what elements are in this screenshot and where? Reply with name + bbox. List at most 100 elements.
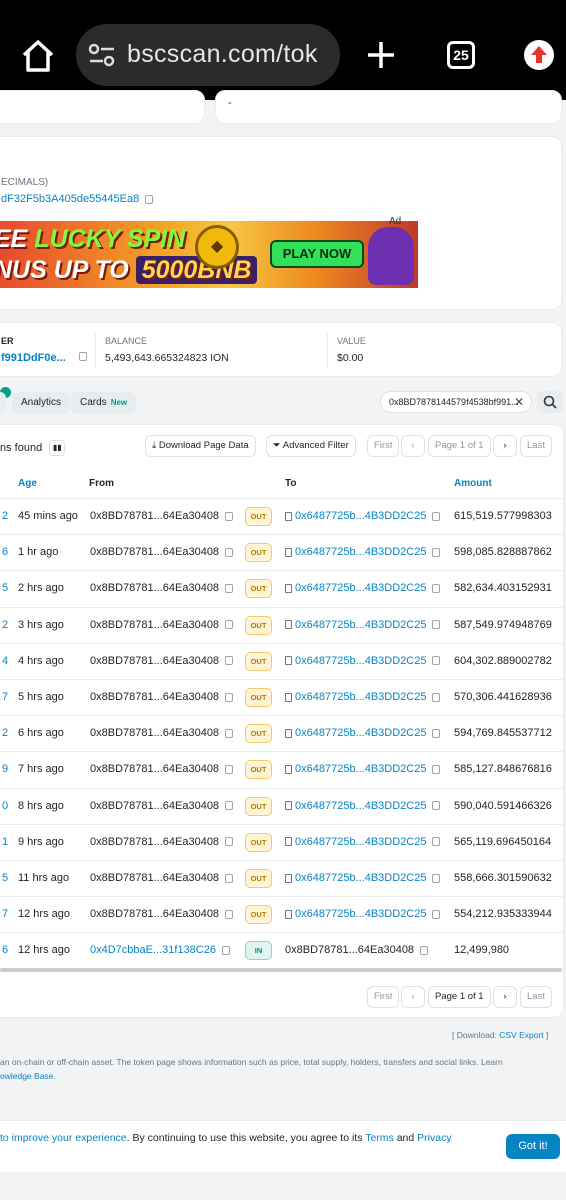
from-cell[interactable]: 0x8BD78781...64Ea30408 <box>90 908 234 920</box>
last-page-button-bottom[interactable]: Last <box>520 986 552 1008</box>
from-cell[interactable]: 0x8BD78781...64Ea30408 <box>90 655 234 667</box>
copy-icon[interactable] <box>432 837 441 847</box>
tx-hash-fragment[interactable]: 2 <box>2 727 8 739</box>
to-cell[interactable]: 0x6487725b...4B3DD2C25 <box>285 727 441 739</box>
copy-icon[interactable] <box>432 511 441 521</box>
from-cell[interactable]: 0x4D7cbbaE...31f138C26 <box>90 944 230 956</box>
tx-hash-fragment[interactable]: 9 <box>2 763 8 775</box>
from-cell[interactable]: 0x8BD78781...64Ea30408 <box>90 872 234 884</box>
privacy-link[interactable]: Privacy <box>417 1132 451 1144</box>
column-header-amount[interactable]: Amount <box>454 478 492 489</box>
table-scrollbar[interactable] <box>0 968 562 972</box>
copy-icon[interactable] <box>225 728 234 738</box>
copy-icon[interactable] <box>225 764 234 774</box>
address-bar[interactable]: bscscan.com/tok <box>76 24 340 86</box>
from-cell[interactable]: 0x8BD78781...64Ea30408 <box>90 619 234 631</box>
tab-analytics[interactable]: Analytics <box>12 392 71 414</box>
from-cell[interactable]: 0x8BD78781...64Ea30408 <box>90 691 234 703</box>
from-cell[interactable]: 0x8BD78781...64Ea30408 <box>90 763 234 775</box>
copy-icon[interactable] <box>432 909 441 919</box>
copy-icon[interactable] <box>432 692 441 702</box>
tx-hash-fragment[interactable]: 2 <box>2 510 8 522</box>
copy-icon[interactable] <box>432 728 441 738</box>
from-cell[interactable]: 0x8BD78781...64Ea30408 <box>90 510 234 522</box>
tx-hash-fragment[interactable]: 5 <box>2 872 8 884</box>
csv-export-link[interactable]: CSV Export <box>499 1030 543 1040</box>
copy-icon[interactable] <box>225 547 234 557</box>
chart-icon[interactable]: ▮▮ <box>49 440 66 456</box>
copy-icon[interactable] <box>432 656 441 666</box>
from-cell[interactable]: 0x8BD78781...64Ea30408 <box>90 727 234 739</box>
prev-page-button[interactable]: ‹ <box>401 435 425 457</box>
tx-hash-fragment[interactable]: 1 <box>2 836 8 848</box>
tx-hash-fragment[interactable]: 4 <box>2 655 8 667</box>
site-settings-icon[interactable] <box>88 43 116 67</box>
copy-icon[interactable] <box>432 547 441 557</box>
tx-hash-fragment[interactable]: 5 <box>2 582 8 594</box>
from-cell[interactable]: 0x8BD78781...64Ea30408 <box>90 836 234 848</box>
first-page-button[interactable]: First <box>367 435 400 457</box>
address-filter-chip[interactable]: 0x8BD7878144579f4538bf991... <box>380 391 532 413</box>
copy-icon[interactable] <box>221 945 230 955</box>
to-cell[interactable]: 0x6487725b...4B3DD2C25 <box>285 546 441 558</box>
from-cell[interactable]: 0x8BD78781...64Ea30408 <box>90 582 234 594</box>
copy-icon[interactable] <box>225 909 234 919</box>
copy-icon[interactable] <box>225 511 234 521</box>
ad-banner[interactable]: EE LUCKY SPIN NUS UP TO 5000BNB ◆ PLAY N… <box>0 221 418 288</box>
tab-switcher-button[interactable]: 25 <box>447 41 475 69</box>
ad-play-now-button[interactable]: PLAY NOW <box>270 240 364 268</box>
copy-icon[interactable] <box>432 764 441 774</box>
contract-address-link[interactable]: dF32F5b3A405de55445Ea8 <box>1 193 154 205</box>
close-icon[interactable]: ✕ <box>514 395 524 409</box>
tx-hash-fragment[interactable]: 6 <box>2 546 8 558</box>
copy-icon[interactable] <box>225 583 234 593</box>
copy-icon[interactable] <box>432 620 441 630</box>
to-cell[interactable]: 0x6487725b...4B3DD2C25 <box>285 691 441 703</box>
copy-icon[interactable] <box>225 656 234 666</box>
terms-link[interactable]: Terms <box>365 1132 394 1144</box>
tx-hash-fragment[interactable]: 7 <box>2 908 8 920</box>
knowledge-base-link[interactable]: owledge Base <box>0 1071 53 1081</box>
prev-page-button-bottom[interactable]: ‹ <box>401 986 425 1008</box>
tx-hash-fragment[interactable]: 2 <box>2 619 8 631</box>
home-icon[interactable] <box>18 38 58 74</box>
from-cell[interactable]: 0x8BD78781...64Ea30408 <box>90 800 234 812</box>
advanced-filter-button[interactable]: ⏷ Advanced Filter <box>266 435 356 457</box>
cookie-accept-button[interactable]: Got it! <box>506 1134 560 1159</box>
last-page-button[interactable]: Last <box>520 435 552 457</box>
tx-hash-fragment[interactable]: 7 <box>2 691 8 703</box>
search-icon[interactable] <box>537 391 563 413</box>
to-cell[interactable]: 0x6487725b...4B3DD2C25 <box>285 582 441 594</box>
from-cell[interactable]: 0x8BD78781...64Ea30408 <box>90 546 234 558</box>
tab-cards[interactable]: Cards New <box>71 392 137 414</box>
copy-icon[interactable] <box>225 837 234 847</box>
copy-icon[interactable] <box>225 692 234 702</box>
to-cell[interactable]: 0x6487725b...4B3DD2C25 <box>285 872 441 884</box>
copy-icon[interactable] <box>79 352 87 361</box>
to-cell[interactable]: 0x6487725b...4B3DD2C25 <box>285 763 441 775</box>
tx-hash-fragment[interactable]: 6 <box>2 944 8 956</box>
to-cell[interactable]: 0x6487725b...4B3DD2C25 <box>285 619 441 631</box>
column-header-age[interactable]: Age <box>18 478 37 489</box>
to-cell[interactable]: 0x6487725b...4B3DD2C25 <box>285 800 441 812</box>
to-cell[interactable]: 0x6487725b...4B3DD2C25 <box>285 655 441 667</box>
first-page-button-bottom[interactable]: First <box>367 986 400 1008</box>
copy-icon[interactable] <box>420 945 429 955</box>
tx-hash-fragment[interactable]: 0 <box>2 800 8 812</box>
cookie-policy-link[interactable]: to improve your experience <box>0 1132 127 1144</box>
copy-icon[interactable] <box>225 873 234 883</box>
copy-icon[interactable] <box>225 801 234 811</box>
copy-icon[interactable] <box>225 620 234 630</box>
tab-partial[interactable] <box>0 392 6 414</box>
copy-icon[interactable] <box>432 583 441 593</box>
to-cell[interactable]: 0x6487725b...4B3DD2C25 <box>285 908 441 920</box>
copy-icon[interactable] <box>432 801 441 811</box>
next-page-button[interactable]: › <box>493 435 517 457</box>
to-cell[interactable]: 0x6487725b...4B3DD2C25 <box>285 510 441 522</box>
to-cell[interactable]: 0x6487725b...4B3DD2C25 <box>285 836 441 848</box>
copy-icon[interactable] <box>145 194 154 204</box>
next-page-button-bottom[interactable]: › <box>493 986 517 1008</box>
update-arrow-icon[interactable] <box>524 40 554 70</box>
download-page-data-button[interactable]: ⤓ Download Page Data <box>145 435 256 457</box>
to-cell[interactable]: 0x8BD78781...64Ea30408 <box>285 944 429 956</box>
